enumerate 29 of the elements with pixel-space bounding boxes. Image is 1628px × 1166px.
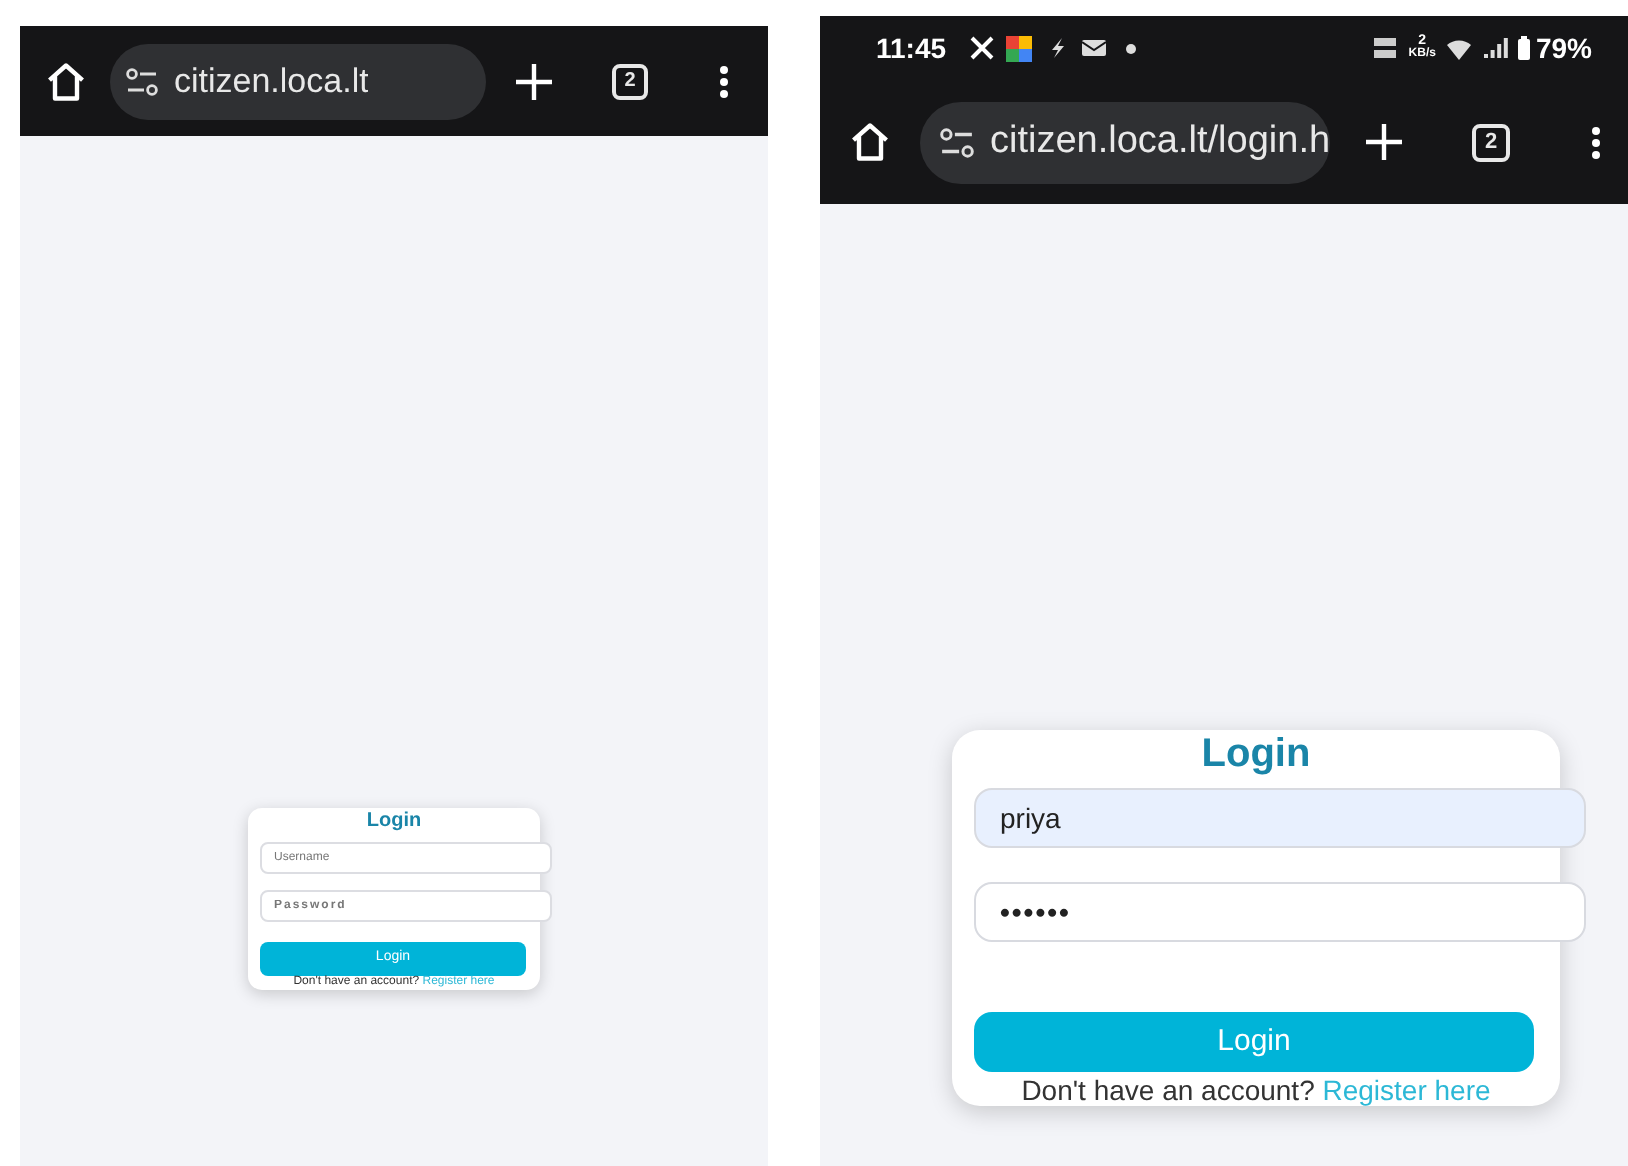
more-menu-icon[interactable]: [1592, 125, 1600, 159]
login-title: Login: [364, 810, 424, 834]
address-bar[interactable]: citizen.loca.lt/login.h: [920, 101, 1331, 183]
url-text: citizen.loca.lt/login.h: [990, 117, 1331, 166]
battery-icon: [1517, 36, 1530, 60]
wifi-icon: [1445, 37, 1472, 59]
home-icon[interactable]: [848, 120, 892, 164]
x-logo-icon: [970, 36, 995, 60]
dot-icon: [1126, 43, 1137, 53]
username-field[interactable]: priya: [974, 788, 1586, 849]
tune-icon: [126, 67, 158, 95]
tab-count-button[interactable]: 2: [1472, 123, 1510, 161]
address-bar[interactable]: citizen.loca.lt: [110, 43, 486, 119]
clock-time: 11:45: [876, 29, 947, 67]
colorful-app-icon: [1006, 35, 1033, 61]
battery-level: 79%: [1535, 29, 1592, 67]
more-menu-icon[interactable]: [720, 65, 728, 97]
mail-icon: [1082, 38, 1107, 58]
plus-icon[interactable]: [1366, 124, 1403, 160]
signup-prompt: Don't have an account?: [1021, 1073, 1315, 1106]
password-field[interactable]: ••••••: [974, 882, 1586, 943]
signal-icon: [1483, 38, 1508, 58]
bolt-icon: [1050, 38, 1067, 58]
plus-icon[interactable]: [516, 63, 552, 99]
url-text: citizen.loca.lt: [174, 59, 369, 104]
tab-count-button[interactable]: 2: [612, 63, 648, 99]
home-icon[interactable]: [44, 59, 88, 103]
tune-icon: [940, 127, 974, 157]
login-title: Login: [1199, 730, 1313, 778]
